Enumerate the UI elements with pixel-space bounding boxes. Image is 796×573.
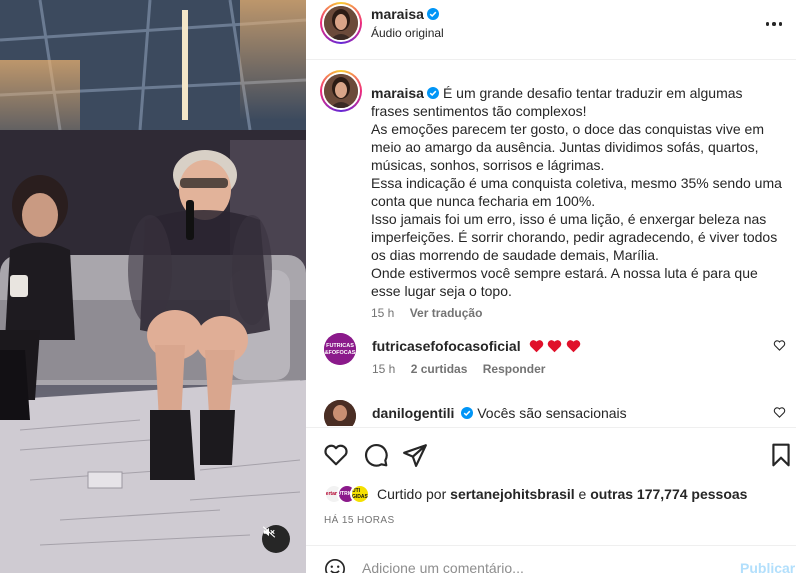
likes-others-link[interactable]: outras 177,774 pessoas [590,486,747,502]
comment-body: futricasefofocasoficial [372,337,752,355]
comment-body: danilogentili Vocês são sensacionais [372,404,752,422]
comment-input[interactable] [362,560,722,573]
save-bookmark-icon[interactable] [768,442,794,468]
red-heart-emoji-icon [548,340,562,353]
post-panel: maraisa Áudio original maraisa É um gran… [306,0,796,573]
red-heart-emoji-icon [529,340,543,353]
likes-middle: e [578,486,587,502]
red-heart-emoji-icon [567,340,581,353]
caption-meta: 15 h Ver tradução [371,304,791,322]
author-username[interactable]: maraisa [371,6,424,22]
caption-time: 15 h [371,306,395,320]
speaker-muted-icon [262,526,276,538]
reply-button[interactable]: Responder [483,362,546,376]
audio-label[interactable]: Áudio original [371,26,444,40]
author-avatar[interactable] [320,2,362,44]
verified-badge-icon [461,407,474,419]
caption-text: É um grande desafio tentar traduzir em a… [371,85,782,299]
comment-likes[interactable]: 2 curtidas [411,362,468,376]
comment-time: 15 h [372,362,396,376]
video-frame [0,0,306,573]
commenter-username[interactable]: futricasefofocasoficial [372,338,521,354]
translate-link[interactable]: Ver tradução [410,306,483,320]
author-photo [324,6,358,40]
caption-author-avatar[interactable] [320,70,362,112]
likes-summary: sertanejo FUTRICAS UTI GIDAS Curtido por… [324,482,747,506]
likes-text: Curtido por sertanejohitsbrasil e outras… [377,486,747,502]
post-time[interactable]: HÁ 15 HORAS [324,515,395,526]
comment-bubble-icon[interactable] [363,442,389,468]
mute-toggle-button[interactable] [262,525,290,553]
commenter-username[interactable]: danilogentili [372,405,454,421]
commenter-avatar[interactable]: FUTRICAS &FOFOCAS [324,333,356,365]
commenter-avatar[interactable] [324,400,356,426]
verified-badge-icon [426,8,439,20]
caption-username[interactable]: maraisa [371,85,424,101]
caption-verified-badge-icon [426,87,439,99]
svg-text:&FOFOCAS: &FOFOCAS [325,350,356,356]
post-video[interactable] [0,0,306,573]
add-comment-bar: Publicar [306,545,796,573]
comments-section[interactable]: maraisa É um grande desafio tentar traduz… [306,61,796,426]
liker-avatar[interactable]: UTI GIDAS [350,484,370,504]
svg-text:FUTRICAS: FUTRICAS [326,343,354,349]
liker-username[interactable]: sertanejohitsbrasil [450,486,575,502]
more-options-icon[interactable] [762,14,786,34]
publish-button[interactable]: Publicar [740,560,795,573]
action-bar [306,427,796,477]
post-header: maraisa Áudio original [306,0,796,60]
comment-text: Vocês são sensacionais [477,405,627,421]
like-heart-icon[interactable] [323,442,349,468]
commenter-photo [324,400,356,426]
caption-author-photo [324,74,358,108]
like-comment-heart-icon[interactable] [773,406,786,419]
futricas-logo-icon: FUTRICAS &FOFOCAS [324,333,356,365]
emoji-picker-icon[interactable] [324,558,346,573]
like-comment-heart-icon[interactable] [773,339,786,352]
caption-body: maraisa É um grande desafio tentar traduz… [371,84,791,340]
comment-meta: 15 h 2 curtidas Responder [372,362,557,376]
share-send-icon[interactable] [402,442,428,468]
likes-prefix: Curtido por [377,486,447,502]
heart-emojis [529,338,582,354]
